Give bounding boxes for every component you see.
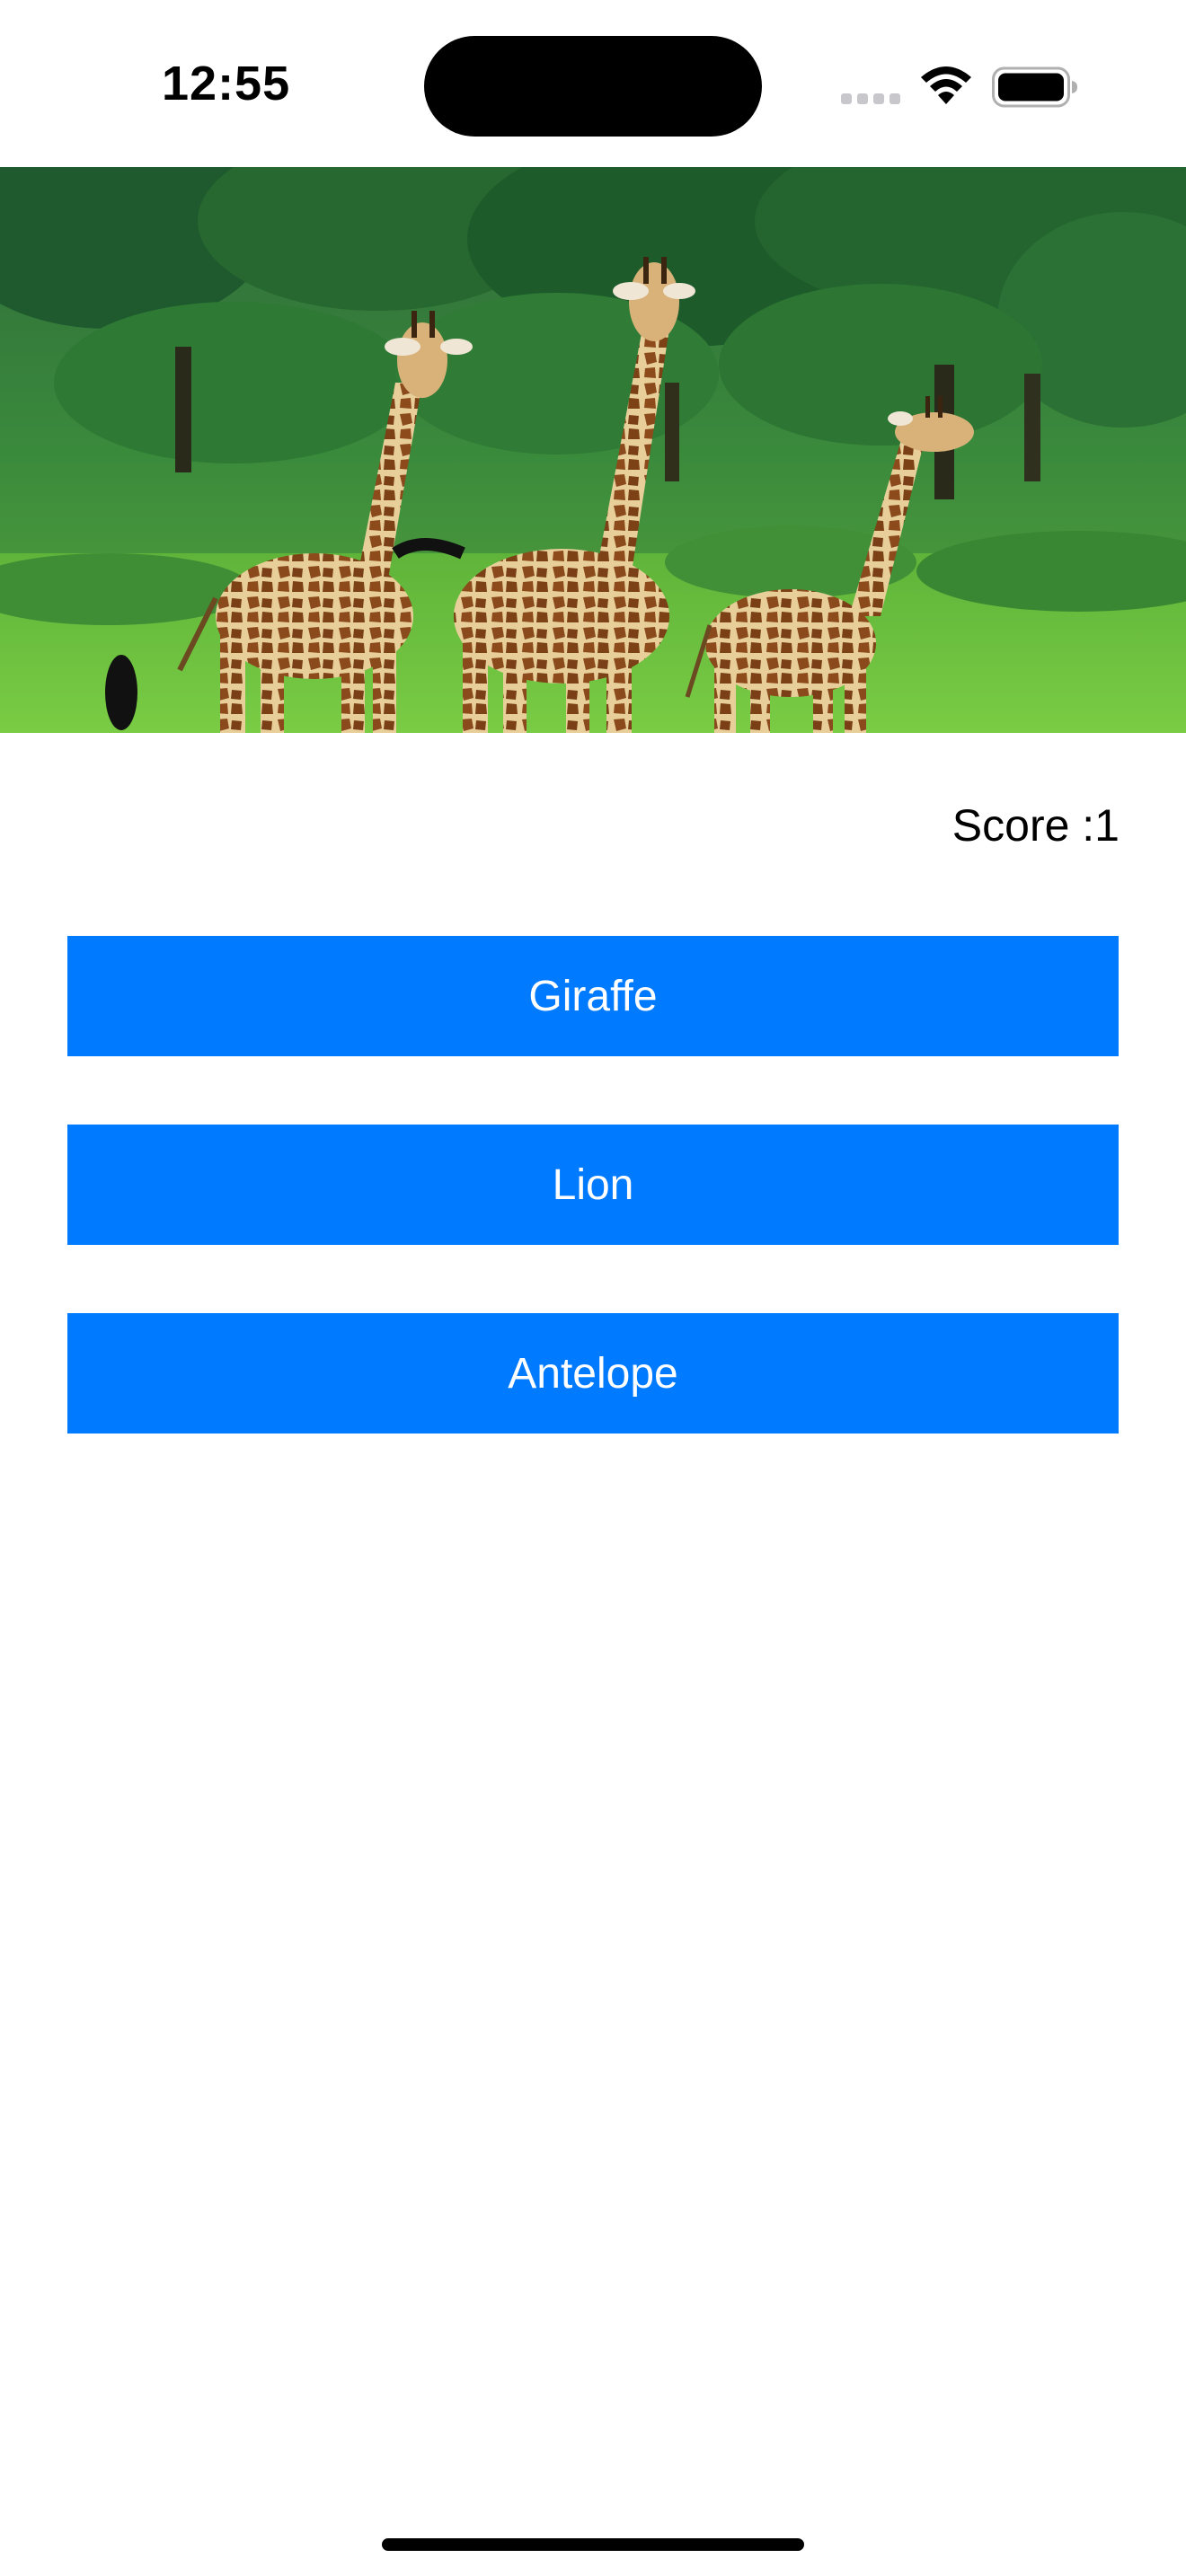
home-indicator[interactable] <box>382 2538 804 2551</box>
answer-button-giraffe[interactable]: Giraffe <box>67 936 1119 1056</box>
answer-button-lion[interactable]: Lion <box>67 1125 1119 1245</box>
status-time: 12:55 <box>162 57 291 110</box>
giraffes-image <box>0 167 1186 733</box>
wifi-icon <box>921 66 971 104</box>
score-label: Score :1 <box>951 800 1120 851</box>
cellular-signal-icon <box>841 93 900 104</box>
battery-icon <box>992 66 1077 108</box>
quiz-screen: 12:55 Score:1 Giraffe Lion Antelope <box>0 0 1186 2576</box>
animal-image <box>0 167 1186 733</box>
status-bar: 12:55 <box>0 0 1186 167</box>
dynamic-island <box>424 36 762 137</box>
answer-button-antelope[interactable]: Antelope <box>67 1313 1119 1434</box>
